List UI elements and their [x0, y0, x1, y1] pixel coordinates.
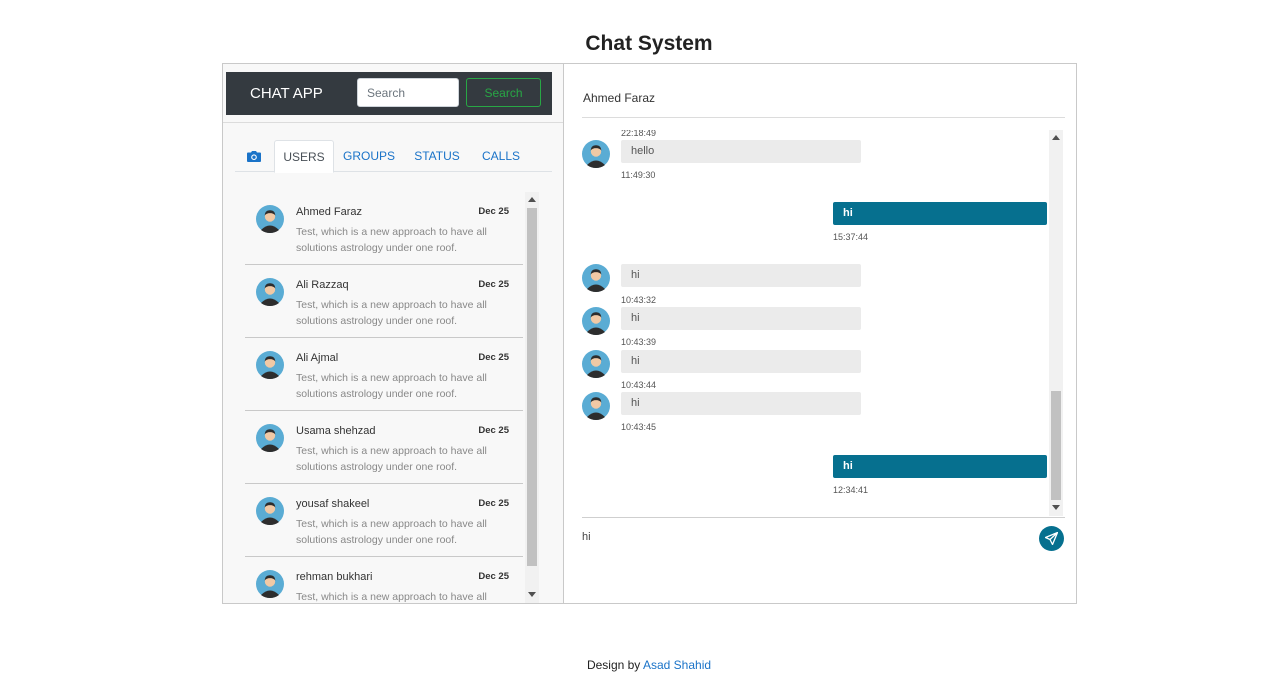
- incoming-message: hello: [621, 140, 861, 163]
- tab-status[interactable]: STATUS: [411, 140, 463, 173]
- footer: Design by Asad Shahid: [0, 658, 1277, 672]
- tab-users[interactable]: USERS: [274, 140, 334, 173]
- conversation-panel: Ahmed Faraz 22:18:49 hello 11:49:30 hi 1…: [564, 64, 1076, 603]
- scroll-down-arrow-icon[interactable]: [528, 592, 536, 597]
- send-button[interactable]: [1039, 526, 1064, 551]
- message-time: 22:18:49: [621, 130, 657, 138]
- user-name: yousaf shakeel: [296, 498, 370, 510]
- user-preview: Test, which is a new approach to have al…: [296, 372, 487, 400]
- message-time: 10:43:39: [621, 337, 657, 347]
- user-date: Dec 25: [478, 352, 509, 363]
- user-date: Dec 25: [478, 571, 509, 582]
- divider: [582, 117, 1065, 118]
- message-input[interactable]: [582, 526, 1012, 548]
- user-name: Ali Razzaq: [296, 279, 349, 291]
- scrollbar-thumb[interactable]: [1051, 391, 1061, 500]
- outgoing-message: hi: [833, 455, 1047, 478]
- message-time: 10:43:44: [621, 380, 657, 390]
- footer-prefix: Design by: [586, 658, 641, 672]
- search-input[interactable]: [357, 78, 459, 107]
- user-list-scrollbar[interactable]: [525, 192, 539, 603]
- message-time: 15:37:44: [833, 232, 869, 242]
- avatar-icon: [582, 264, 610, 297]
- app-navbar: CHAT APP Search: [226, 72, 552, 115]
- user-name: rehman bukhari: [296, 571, 373, 583]
- page-title: Chat System: [585, 32, 713, 55]
- user-name: Ali Ajmal: [296, 352, 339, 364]
- user-date: Dec 25: [478, 279, 509, 290]
- avatar-icon: [582, 307, 610, 340]
- user-name: Ahmed Faraz: [296, 206, 363, 218]
- user-date: Dec 25: [478, 206, 509, 217]
- send-icon: [1045, 532, 1058, 545]
- outgoing-message: hi: [833, 202, 1047, 225]
- message-list-scrollbar[interactable]: [1049, 130, 1063, 516]
- incoming-message: hi: [621, 307, 861, 330]
- user-preview: Test, which is a new approach to have al…: [296, 226, 487, 254]
- incoming-message: hi: [621, 264, 861, 287]
- user-list-item[interactable]: yousaf shakeel Dec 25 Test, which is a n…: [245, 484, 523, 557]
- user-list-item[interactable]: Usama shehzad Dec 25 Test, which is a ne…: [245, 411, 523, 484]
- user-preview: Test, which is a new approach to have al…: [296, 518, 487, 546]
- sidebar: CHAT APP Search USERS GROUPS STATUS CALL…: [223, 64, 564, 603]
- avatar-icon: [256, 424, 284, 457]
- search-button[interactable]: Search: [466, 78, 541, 107]
- message-time: 12:34:41: [833, 485, 869, 495]
- message-time: 10:43:32: [621, 295, 657, 305]
- user-preview: Test, which is a new approach to have al…: [296, 299, 487, 327]
- avatar-icon: [582, 392, 610, 425]
- tab-calls[interactable]: CALLS: [477, 140, 525, 173]
- chat-window: CHAT APP Search USERS GROUPS STATUS CALL…: [222, 63, 1077, 604]
- incoming-message: hi: [621, 350, 861, 373]
- user-date: Dec 25: [478, 425, 509, 436]
- author-link[interactable]: Asad Shahid: [643, 658, 711, 672]
- user-preview: Test, which is a new approach to have al…: [296, 591, 487, 602]
- user-list-item[interactable]: Ali Ajmal Dec 25 Test, which is a new ap…: [245, 338, 523, 411]
- avatar-icon: [256, 497, 284, 530]
- tab-bar: USERS GROUPS STATUS CALLS: [235, 140, 552, 173]
- scroll-up-arrow-icon[interactable]: [528, 197, 536, 202]
- avatar-icon: [256, 205, 284, 238]
- scroll-up-arrow-icon[interactable]: [1052, 135, 1060, 140]
- camera-icon[interactable]: [247, 149, 261, 162]
- avatar-icon: [582, 140, 610, 173]
- message-time: 10:43:45: [621, 422, 657, 432]
- user-list: Ahmed Faraz Dec 25 Test, which is a new …: [245, 192, 541, 602]
- user-preview: Test, which is a new approach to have al…: [296, 445, 487, 473]
- message-list: 22:18:49 hello 11:49:30 hi 15:37:44 hi 1…: [582, 130, 1065, 516]
- avatar-icon: [256, 278, 284, 311]
- user-list-item[interactable]: Ahmed Faraz Dec 25 Test, which is a new …: [245, 192, 523, 265]
- avatar-icon: [256, 570, 284, 602]
- user-list-item[interactable]: rehman bukhari Dec 25 Test, which is a n…: [245, 557, 523, 602]
- user-date: Dec 25: [478, 498, 509, 509]
- avatar-icon: [256, 351, 284, 384]
- incoming-message: hi: [621, 392, 861, 415]
- scroll-down-arrow-icon[interactable]: [1052, 505, 1060, 510]
- scrollbar-thumb[interactable]: [527, 208, 537, 566]
- divider: [223, 122, 563, 123]
- conversation-contact-name: Ahmed Faraz: [583, 91, 656, 105]
- user-list-item[interactable]: Ali Razzaq Dec 25 Test, which is a new a…: [245, 265, 523, 338]
- user-name: Usama shehzad: [296, 425, 376, 437]
- message-time: 11:49:30: [621, 170, 656, 180]
- tab-groups[interactable]: GROUPS: [341, 140, 397, 173]
- divider: [582, 517, 1065, 518]
- avatar-icon: [582, 350, 610, 383]
- brand-title[interactable]: CHAT APP: [250, 85, 323, 102]
